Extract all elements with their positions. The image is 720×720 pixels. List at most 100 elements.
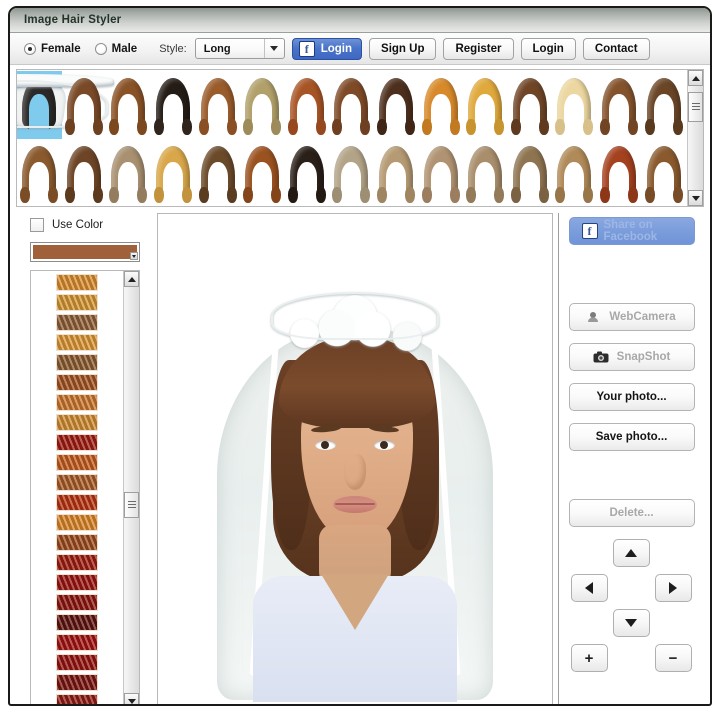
color-swatch-8[interactable] bbox=[56, 414, 98, 431]
color-swatch-11[interactable] bbox=[56, 474, 98, 491]
color-swatch-list-items[interactable] bbox=[31, 271, 123, 704]
login-label: Login bbox=[532, 42, 564, 55]
facebook-login-button[interactable]: Login bbox=[291, 37, 363, 60]
contact-button[interactable]: Contact bbox=[582, 37, 650, 60]
radio-female-label: Female bbox=[41, 42, 81, 55]
color-swatch-15[interactable] bbox=[56, 554, 98, 571]
hairstyle-icon bbox=[198, 78, 237, 135]
color-swatch-21[interactable] bbox=[56, 674, 98, 691]
hairstyle-thumb-hair-style-28[interactable] bbox=[552, 139, 597, 206]
color-swatch-10[interactable] bbox=[56, 454, 98, 471]
hairstyle-thumb-hair-style-12[interactable] bbox=[508, 71, 553, 139]
swatch-scroll-track[interactable] bbox=[124, 287, 139, 693]
chevron-down-icon[interactable] bbox=[263, 39, 284, 58]
move-up-button[interactable] bbox=[612, 539, 650, 567]
hairstyle-icon bbox=[644, 78, 683, 135]
hairstyle-thumb-hair-style-11[interactable] bbox=[463, 71, 508, 139]
use-color-checkbox[interactable] bbox=[30, 218, 44, 232]
gallery-scroll-track[interactable] bbox=[688, 86, 703, 190]
swatch-scroll-up-icon[interactable] bbox=[124, 271, 139, 287]
color-swatch-16[interactable] bbox=[56, 574, 98, 591]
color-swatch-6[interactable] bbox=[56, 374, 98, 391]
hairstyle-thumb-hair-style-22[interactable] bbox=[285, 139, 330, 206]
signup-button[interactable]: Sign Up bbox=[369, 37, 437, 60]
hairstyle-thumb-hair-style-2[interactable] bbox=[62, 71, 107, 139]
hairstyle-thumb-hair-style-19[interactable] bbox=[151, 139, 196, 206]
login-button[interactable]: Login bbox=[520, 37, 576, 60]
hairstyle-thumb-hair-style-7[interactable] bbox=[285, 71, 330, 139]
move-right-button[interactable] bbox=[654, 574, 692, 602]
color-swatch-14[interactable] bbox=[56, 534, 98, 551]
hairstyle-thumb-hair-style-5[interactable] bbox=[195, 71, 240, 139]
hairstyle-thumb-hair-style-30[interactable] bbox=[641, 139, 686, 206]
color-swatch-9[interactable] bbox=[56, 434, 98, 451]
use-color-label: Use Color bbox=[52, 219, 104, 231]
radio-female[interactable]: Female bbox=[24, 42, 81, 55]
gender-radio-group: Female Male bbox=[16, 42, 143, 55]
hairstyle-thumb-hair-style-6[interactable] bbox=[240, 71, 285, 139]
color-swatch-18[interactable] bbox=[56, 614, 98, 631]
photo-canvas[interactable] bbox=[157, 213, 553, 704]
webcamera-button[interactable]: WebCamera bbox=[568, 303, 695, 331]
hairstyle-icon bbox=[243, 146, 282, 203]
zoom-out-button[interactable]: − bbox=[654, 644, 692, 672]
hairstyle-thumb-hair-style-23[interactable] bbox=[329, 139, 374, 206]
color-swatch-19[interactable] bbox=[56, 634, 98, 651]
color-swatch-4[interactable] bbox=[56, 334, 98, 351]
swatch-scroll-thumb[interactable] bbox=[124, 491, 139, 518]
hairstyle-thumb-hair-style-8[interactable] bbox=[329, 71, 374, 139]
color-swatch-13[interactable] bbox=[56, 514, 98, 531]
color-swatch-17[interactable] bbox=[56, 594, 98, 611]
color-swatch-2[interactable] bbox=[56, 294, 98, 311]
hairstyle-thumb-hair-style-24[interactable] bbox=[374, 139, 419, 206]
facebook-share-button[interactable]: Share on Facebook bbox=[568, 217, 695, 245]
save-photo-button[interactable]: Save photo... bbox=[568, 423, 695, 451]
your-photo-button[interactable]: Your photo... bbox=[568, 383, 695, 411]
hairstyle-thumb-hair-style-14[interactable] bbox=[597, 71, 642, 139]
register-button[interactable]: Register bbox=[443, 37, 514, 60]
hairstyle-thumb-hair-style-25[interactable] bbox=[418, 139, 463, 206]
hairstyle-thumb-hair-style-3[interactable] bbox=[106, 71, 151, 139]
color-swatch-3[interactable] bbox=[56, 314, 98, 331]
radio-male[interactable]: Male bbox=[94, 42, 137, 55]
color-swatch-7[interactable] bbox=[56, 394, 98, 411]
hairstyle-thumb-hair-style-9[interactable] bbox=[374, 71, 419, 139]
hairstyle-thumb-hair-style-20[interactable] bbox=[195, 139, 240, 206]
hairstyle-gallery-grid[interactable] bbox=[17, 70, 687, 206]
hairstyle-thumb-hair-style-17[interactable] bbox=[62, 139, 107, 206]
swatch-scroll-down-icon[interactable] bbox=[124, 693, 139, 704]
selected-color-picker[interactable] bbox=[30, 242, 140, 262]
color-swatch-22[interactable] bbox=[56, 694, 98, 704]
style-dropdown[interactable]: Long bbox=[194, 38, 285, 59]
zoom-in-button[interactable]: + bbox=[570, 644, 608, 672]
color-swatch-5[interactable] bbox=[56, 354, 98, 371]
hairstyle-icon bbox=[109, 78, 148, 135]
color-swatch-20[interactable] bbox=[56, 654, 98, 671]
gallery-scroll-thumb[interactable] bbox=[688, 91, 703, 122]
hairstyle-thumb-hair-style-16[interactable] bbox=[17, 139, 62, 206]
hairstyle-thumb-hair-style-27[interactable] bbox=[508, 139, 553, 206]
grip-icon bbox=[127, 501, 136, 509]
color-swatch-1[interactable] bbox=[56, 274, 98, 291]
hairstyle-thumb-bride-veil-style[interactable] bbox=[17, 71, 115, 139]
hairstyle-thumb-hair-style-15[interactable] bbox=[641, 71, 686, 139]
color-picker-chevron-down-icon[interactable] bbox=[130, 252, 138, 260]
hairstyle-thumb-hair-style-4[interactable] bbox=[151, 71, 196, 139]
use-color-checkbox-row[interactable]: Use Color bbox=[30, 218, 152, 232]
delete-button[interactable]: Delete... bbox=[568, 499, 695, 527]
hairstyle-thumb-hair-style-10[interactable] bbox=[418, 71, 463, 139]
swatch-scrollbar[interactable] bbox=[123, 271, 139, 704]
hairstyle-thumb-hair-style-26[interactable] bbox=[463, 139, 508, 206]
snapshot-button[interactable]: SnapShot bbox=[568, 343, 695, 371]
hairstyle-thumb-hair-style-13[interactable] bbox=[552, 71, 597, 139]
hairstyle-thumb-hair-style-29[interactable] bbox=[597, 139, 642, 206]
lips bbox=[333, 496, 377, 513]
gallery-scroll-up-icon[interactable] bbox=[688, 70, 703, 86]
hairstyle-thumb-hair-style-21[interactable] bbox=[240, 139, 285, 206]
hairstyle-thumb-hair-style-18[interactable] bbox=[106, 139, 151, 206]
color-swatch-12[interactable] bbox=[56, 494, 98, 511]
gallery-scroll-down-icon[interactable] bbox=[688, 190, 703, 206]
gallery-scrollbar[interactable] bbox=[687, 70, 703, 206]
move-left-button[interactable] bbox=[570, 574, 608, 602]
move-down-button[interactable] bbox=[612, 609, 650, 637]
